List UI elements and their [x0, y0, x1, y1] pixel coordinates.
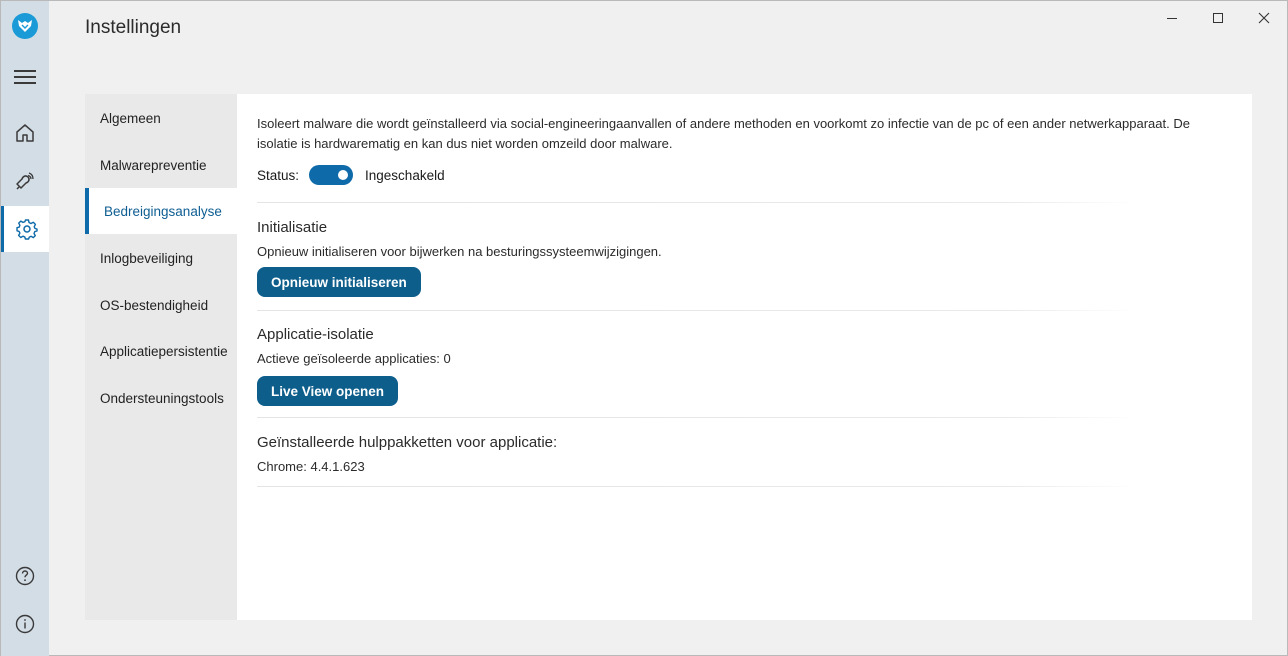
toggle-knob	[338, 170, 349, 180]
section-title-isolatie: Applicatie-isolatie	[257, 326, 374, 343]
gear-icon[interactable]	[1, 206, 49, 252]
section-title-initialisatie: Initialisatie	[257, 219, 328, 236]
nav-item-label: Ondersteuningstools	[100, 390, 224, 406]
content-panel: Isoleert malware die wordt geïnstalleerd…	[237, 94, 1252, 620]
info-icon[interactable]	[1, 601, 49, 647]
app-logo-icon	[12, 13, 38, 39]
minimize-icon[interactable]	[1149, 3, 1195, 33]
nav-item-label: Applicatiepersistentie	[100, 343, 228, 359]
nav-item-inlogbeveiliging[interactable]: Inlogbeveiliging	[85, 235, 237, 281]
status-toggle[interactable]	[309, 165, 354, 185]
divider	[257, 202, 1137, 203]
page-title: Instellingen	[85, 17, 182, 38]
feature-description: Isoleert malware die wordt geïnstalleerd…	[257, 116, 1190, 151]
section-text-hulppakketten: Chrome: 4.4.1.623	[257, 459, 365, 474]
nav-item-label: Inlogbeveiliging	[100, 250, 194, 266]
nav-item-algemeen[interactable]: Algemeen	[85, 95, 237, 141]
reinitialize-button[interactable]: Opnieuw initialiseren	[257, 267, 421, 297]
live-view-button[interactable]: Live View openen	[257, 376, 399, 406]
nav-item-bedreigingsanalyse[interactable]: Bedreigingsanalyse	[85, 188, 237, 234]
nav-item-ondersteuningstools[interactable]: Ondersteuningstools	[85, 375, 237, 421]
nav-item-label: OS-bestendigheid	[100, 297, 209, 313]
divider	[257, 486, 1137, 487]
divider	[257, 417, 1137, 418]
alerts-icon[interactable]	[1, 158, 49, 204]
hamburger-menu-icon[interactable]	[1, 54, 49, 100]
home-icon[interactable]	[1, 110, 49, 156]
nav-item-label: Bedreigingsanalyse	[104, 203, 222, 219]
nav-item-malwarepreventie[interactable]: Malwarepreventie	[85, 142, 237, 188]
status-value: Ingeschakeld	[365, 167, 445, 183]
settings-nav: Algemeen Malwarepreventie Bedreigingsana…	[85, 94, 237, 620]
app-window: Instellingen Algemeen Malwarepreventie B…	[0, 0, 1288, 656]
nav-item-label: Algemeen	[100, 110, 161, 126]
nav-item-label: Malwarepreventie	[100, 157, 207, 173]
status-label: Status:	[257, 167, 300, 183]
icon-rail	[1, 1, 49, 656]
help-icon[interactable]	[1, 553, 49, 599]
status-row: Status: Ingeschakeld	[257, 165, 445, 185]
close-icon[interactable]	[1241, 3, 1287, 33]
nav-item-applicatiepersistentie[interactable]: Applicatiepersistentie	[85, 328, 237, 374]
nav-item-os-bestendigheid[interactable]: OS-bestendigheid	[85, 282, 237, 328]
divider	[257, 310, 1137, 311]
section-text-isolatie: Actieve geïsoleerde applicaties: 0	[257, 351, 451, 366]
section-text-initialisatie: Opnieuw initialiseren voor bijwerken na …	[257, 244, 662, 259]
maximize-icon[interactable]	[1195, 3, 1241, 33]
section-title-hulppakketten: Geïnstalleerde hulppakketten voor applic…	[257, 434, 558, 451]
